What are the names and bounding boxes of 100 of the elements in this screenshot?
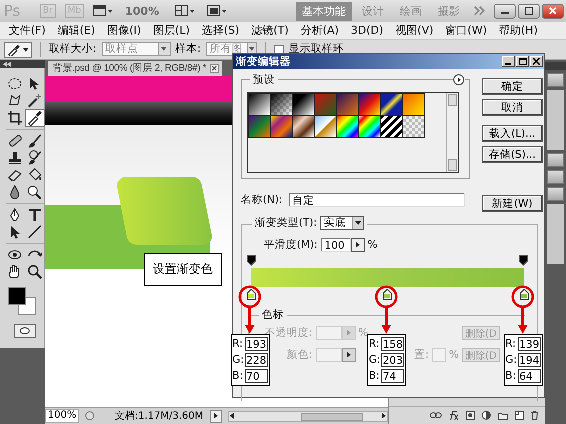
folder-icon[interactable] <box>498 412 508 420</box>
triangle-right-icon <box>214 413 218 419</box>
horizontal-scrollbar[interactable] <box>228 410 388 422</box>
color-label: 颜色: <box>287 348 313 362</box>
channel-label: G: <box>369 354 380 366</box>
type-icon[interactable] <box>26 207 44 223</box>
menu-item[interactable]: 分析(A) <box>294 23 346 38</box>
new-layer-icon[interactable] <box>515 411 524 420</box>
link-icon[interactable] <box>430 412 442 419</box>
gradient-preset-swatch[interactable] <box>248 93 271 116</box>
new-button[interactable]: 新建(W) <box>483 196 542 211</box>
gradient-preset-swatch[interactable] <box>336 93 359 116</box>
gradient-type-label: 渐变类型(T): <box>255 216 318 230</box>
panel-menu-icon[interactable] <box>453 74 465 86</box>
trash-icon[interactable] <box>531 411 539 420</box>
mask-icon[interactable] <box>466 411 475 420</box>
color-popup-button[interactable] <box>342 348 356 362</box>
gradient-preset-swatch[interactable] <box>270 93 293 116</box>
effects-icon[interactable] <box>449 411 459 420</box>
menu-item[interactable]: 3D(D) <box>345 24 390 37</box>
line-icon[interactable] <box>26 224 44 240</box>
marquee-icon[interactable] <box>6 76 24 92</box>
status-icon[interactable] <box>85 411 95 421</box>
gradient-preset-swatch[interactable] <box>380 115 403 138</box>
app-logo: Ps <box>4 2 22 20</box>
dialog-title: 渐变编辑器 <box>236 54 292 68</box>
menu-item[interactable]: 图像(I) <box>101 23 148 38</box>
menu-item[interactable]: 图层(L) <box>147 23 196 38</box>
gradient-preset-swatch[interactable] <box>270 115 293 138</box>
close-icon[interactable] <box>210 64 220 73</box>
more-workspaces-icon[interactable] <box>474 6 486 16</box>
zoom-field[interactable]: 100% <box>45 409 79 423</box>
menu-item[interactable]: 选择(S) <box>196 23 246 38</box>
stamp-icon[interactable] <box>6 150 24 166</box>
panel-button[interactable] <box>547 73 564 87</box>
gradient-preset-swatch[interactable] <box>380 93 403 116</box>
quick-mask-button[interactable] <box>14 324 36 338</box>
triangle-right-icon <box>346 330 351 336</box>
gradient-preset-swatch[interactable] <box>314 115 337 138</box>
ellipse-icon <box>19 327 31 335</box>
annotation-label: 设置渐变色 <box>144 253 222 286</box>
magic-wand-icon[interactable] <box>26 93 44 109</box>
view-extras-icon[interactable] <box>93 5 114 17</box>
location-field[interactable] <box>432 348 446 362</box>
channel-value: 193 <box>244 337 268 351</box>
panel-button[interactable] <box>547 153 564 167</box>
menu-item[interactable]: 编辑(E) <box>52 23 102 38</box>
screen-mode-icon[interactable] <box>207 5 228 17</box>
zoom-icon[interactable] <box>26 264 44 280</box>
menu-item[interactable]: 滤镜(T) <box>246 23 295 38</box>
gradient-preset-swatch[interactable] <box>358 93 381 116</box>
dialog-button[interactable]: 载入(L)... <box>483 126 542 141</box>
adjustment-icon[interactable] <box>482 411 491 420</box>
name-field[interactable]: 自定 <box>288 193 465 207</box>
tool-preset-button[interactable] <box>4 42 32 58</box>
channel-label: G: <box>232 354 244 366</box>
panel-well <box>547 90 564 150</box>
history-brush-icon[interactable] <box>26 150 44 166</box>
color-stop-icon[interactable] <box>246 289 256 300</box>
sample-size-label: 取样大小: <box>49 42 97 56</box>
dialog-button[interactable]: 确定 <box>483 79 542 94</box>
gradient-preset-swatch[interactable] <box>248 115 271 138</box>
panel-button[interactable] <box>547 187 564 201</box>
menu-item[interactable]: 视图(V) <box>390 23 440 38</box>
opacity-field[interactable] <box>316 326 342 340</box>
maximize-icon <box>518 58 526 65</box>
color-field[interactable] <box>316 348 342 362</box>
opacity-stop-icon[interactable] <box>519 255 528 266</box>
gradient-preset-swatch[interactable] <box>402 115 425 138</box>
smoothness-field[interactable]: 100 <box>320 238 351 252</box>
opacity-stop-icon[interactable] <box>247 255 256 266</box>
panel-button[interactable] <box>547 170 564 184</box>
channel-label: G: <box>506 354 516 366</box>
eyedropper-icon[interactable] <box>26 110 44 126</box>
menu-item[interactable]: 窗口(W) <box>440 23 494 38</box>
dialog-button[interactable]: 存储(S)... <box>483 147 542 162</box>
maximize-button[interactable] <box>518 4 540 18</box>
vertical-scrollbar[interactable] <box>446 93 458 172</box>
status-menu-button[interactable] <box>210 410 222 422</box>
color-stop-icon[interactable] <box>520 289 528 300</box>
channel-value: 139 <box>518 337 540 351</box>
color-stop-icon[interactable] <box>383 289 392 300</box>
menu-item[interactable]: 文件(F) <box>3 23 52 38</box>
gradient-type-dropdown[interactable]: 实底 <box>320 216 364 230</box>
gradient-preset-swatch[interactable] <box>314 93 337 116</box>
arrange-documents-icon[interactable] <box>175 5 196 17</box>
crop-icon[interactable] <box>6 110 24 126</box>
minimize-button[interactable] <box>494 4 516 18</box>
caret-icon <box>23 48 29 52</box>
gradient-preset-swatch[interactable] <box>292 93 315 116</box>
dialog-button[interactable]: 取消 <box>483 100 542 115</box>
document-tab[interactable]: 背景.psd @ 100% (图层 2, RGB/8#) * <box>48 61 222 76</box>
gradient-preset-swatch[interactable] <box>336 115 359 138</box>
gradient-preset-swatch[interactable] <box>402 93 425 116</box>
channel-label: B: <box>506 370 516 382</box>
menu-item[interactable]: 帮助(H) <box>493 23 544 38</box>
gradient-preset-swatch[interactable] <box>358 115 381 138</box>
gradient-preset-swatch[interactable] <box>292 115 315 138</box>
slider-popup-button[interactable] <box>350 238 365 252</box>
brush-icon[interactable] <box>26 133 44 149</box>
